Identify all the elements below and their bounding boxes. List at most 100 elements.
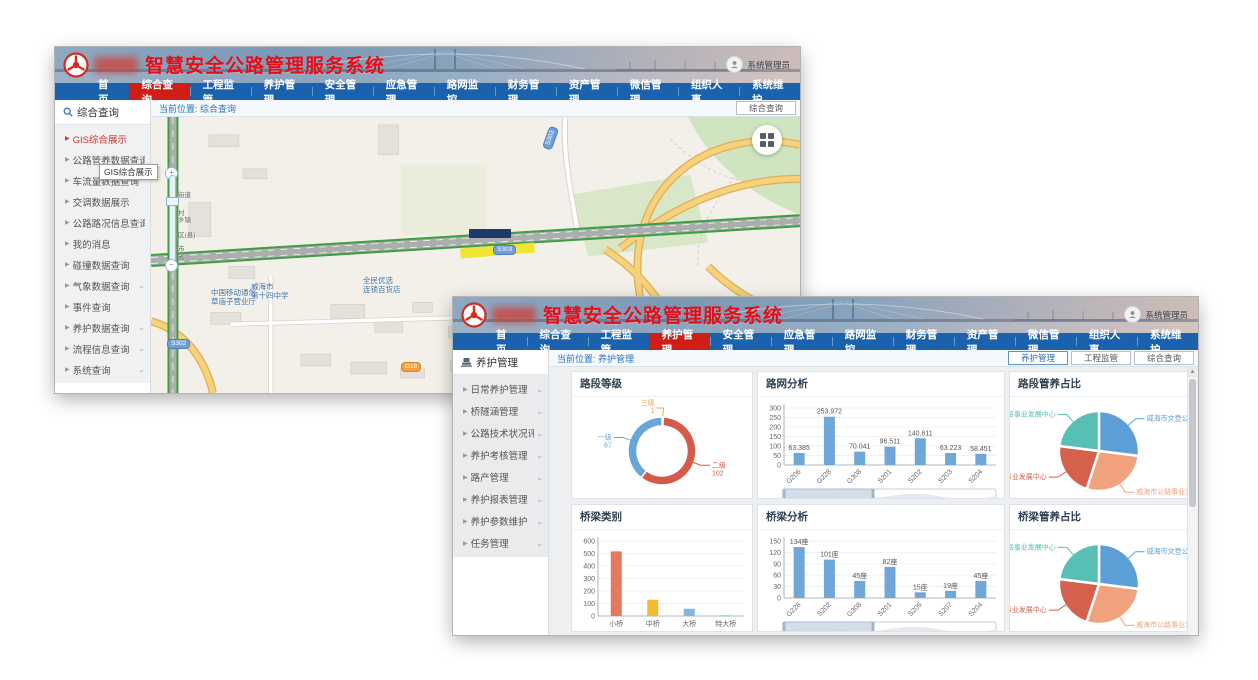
svg-text:45座: 45座	[973, 571, 988, 580]
sidebar-item[interactable]: ▶交调数据展示	[55, 191, 150, 212]
nav-item[interactable]: 微信管理	[1015, 333, 1076, 350]
svg-text:威海市公路事业发展: 威海市公路事业发展	[1136, 620, 1188, 629]
svg-text:63.385: 63.385	[788, 445, 810, 452]
svg-text:威海市文登公路事: 威海市文登公路事	[1147, 547, 1188, 556]
svg-text:101座: 101座	[820, 550, 839, 559]
nav-item[interactable]: 路网监控	[832, 333, 893, 350]
vertical-scrollbar[interactable]: ▲	[1187, 367, 1197, 635]
chevron-down-icon: ⌄	[138, 281, 145, 290]
svg-text:中桥: 中桥	[646, 619, 660, 628]
sidebar-item[interactable]: ▶养护报表管理⌄	[453, 488, 548, 510]
zoom-out-button[interactable]: −	[165, 259, 178, 272]
datazoom-slider[interactable]	[783, 489, 997, 498]
user-avatar-icon[interactable]	[1124, 306, 1141, 323]
nav-item[interactable]: 应急管理	[373, 83, 434, 100]
svg-text:特大桥: 特大桥	[715, 619, 736, 628]
nav-item[interactable]: 资产管理	[954, 333, 1015, 350]
sidebar-item[interactable]: ▶GIS综合展示	[55, 128, 150, 149]
app-title: 智慧安全公路管理服务系统	[543, 301, 783, 328]
sidebar-item-label: 我的消息	[73, 237, 145, 251]
sidebar-item[interactable]: ▶任务管理⌄	[453, 532, 548, 554]
svg-text:G228: G228	[816, 468, 833, 485]
nav-item[interactable]: 组织人事	[1076, 333, 1137, 350]
nav-item[interactable]: 系统维护	[739, 83, 800, 100]
breadcrumb: 当前位置: 综合查询	[159, 102, 236, 115]
nav-item[interactable]: 应急管理	[771, 333, 832, 350]
nav-item[interactable]: 综合查询	[527, 333, 588, 350]
svg-text:S205: S205	[907, 601, 924, 618]
expand-arrow-icon: ▶	[65, 240, 70, 247]
sidebar-item[interactable]: ▶公路技术状况评定⌄	[453, 422, 548, 444]
sidebar-item[interactable]: ▶流程信息查询⌄	[55, 338, 150, 359]
svg-text:0: 0	[591, 614, 595, 621]
sidebar-item[interactable]: ▶系统查询⌄	[55, 359, 150, 380]
zoom-slider-track[interactable]	[169, 175, 176, 263]
corner-button[interactable]: 养护管理	[1008, 351, 1068, 366]
sidebar-item[interactable]: ▶事件查询	[55, 296, 150, 317]
nav-item[interactable]: 综合查询	[129, 83, 190, 100]
svg-text:120: 120	[769, 550, 781, 557]
expand-arrow-icon: ▶	[463, 518, 468, 525]
chevron-down-icon: ⌄	[536, 385, 543, 394]
sidebar-item-label: 公路技术状况评定	[471, 426, 535, 440]
corner-button[interactable]: 综合查询	[1134, 351, 1194, 366]
svg-text:威海市公路事业发: 威海市公路事业发	[1136, 487, 1188, 496]
corner-button[interactable]: 工程监管	[1071, 351, 1131, 366]
sidebar-item[interactable]: ▶路产管理⌄	[453, 466, 548, 488]
expand-arrow-icon: ▶	[463, 430, 468, 437]
sidebar-item[interactable]: ▶养护考核管理⌄	[453, 444, 548, 466]
nav-item[interactable]: 首页	[85, 83, 129, 100]
road-badge: G18	[401, 362, 421, 372]
nav-item[interactable]: 工程监管	[588, 333, 649, 350]
bar-chart-4: 0306090120150134座G228101座S20245座G30882座S…	[758, 530, 1004, 631]
main-nav: 首页综合查询工程监管养护管理安全管理应急管理路网监控财务管理资产管理微信管理组织…	[453, 333, 1198, 350]
nav-item[interactable]: 工程监管	[190, 83, 251, 100]
nav-item[interactable]: 首页	[483, 333, 527, 350]
nav-item[interactable]: 组织人事	[678, 83, 739, 100]
svg-text:G206: G206	[785, 468, 802, 485]
map-layers-button[interactable]	[752, 125, 782, 155]
app-logo-icon	[461, 302, 487, 328]
nav-item[interactable]: 养护管理	[251, 83, 312, 100]
expand-arrow-icon: ▶	[65, 261, 70, 268]
screen: 智慧安全公路管理服务系统 系统管理员 首页综合查询工程监管养护管理安全管理应急管…	[0, 0, 1258, 680]
svg-text:200: 200	[769, 425, 781, 432]
nav-item[interactable]: 财务管理	[495, 83, 556, 100]
nav-item[interactable]: 微信管理	[617, 83, 678, 100]
map-zoom-control[interactable]: + − 街道村乡镇区(县)市省	[165, 167, 205, 271]
nav-item[interactable]: 安全管理	[312, 83, 373, 100]
dashboard: 路段等级三级1二级102一级67路网分析05010015020025030063…	[549, 367, 1198, 635]
svg-text:500: 500	[583, 551, 595, 558]
svg-text:三级1: 三级1	[641, 398, 655, 415]
nav-item[interactable]: 系统维护	[1137, 333, 1198, 350]
nav-item[interactable]: 养护管理	[649, 333, 710, 350]
sidebar-item[interactable]: ▶公路路况信息查询	[55, 212, 150, 233]
sidebar-item[interactable]: ▶日常养护管理⌄	[453, 378, 548, 400]
nav-item[interactable]: 财务管理	[893, 333, 954, 350]
chevron-down-icon: ⌄	[536, 473, 543, 482]
sidebar-item[interactable]: ▶桥隧涵管理⌄	[453, 400, 548, 422]
scroll-up-arrow[interactable]: ▲	[1188, 367, 1197, 377]
svg-text:134座: 134座	[790, 537, 809, 546]
nav-item[interactable]: 资产管理	[556, 83, 617, 100]
corner-button[interactable]: 综合查询	[736, 101, 796, 116]
nav-item[interactable]: 路网监控	[434, 83, 495, 100]
expand-arrow-icon: ▶	[463, 540, 468, 547]
sidebar-item[interactable]: ▶气象数据查询⌄	[55, 275, 150, 296]
map-poi-label: 威海市第十四中学	[251, 283, 289, 300]
sidebar-menu: ▶日常养护管理⌄▶桥隧涵管理⌄▶公路技术状况评定⌄▶养护考核管理⌄▶路产管理⌄▶…	[453, 375, 548, 557]
sidebar-item[interactable]: ▶养护参数维护⌄	[453, 510, 548, 532]
sidebar-item[interactable]: ▶养护数据查询⌄	[55, 317, 150, 338]
sidebar-item[interactable]: ▶我的消息	[55, 233, 150, 254]
user-avatar-icon[interactable]	[726, 56, 743, 73]
nav-item[interactable]: 安全管理	[710, 333, 771, 350]
datazoom-slider[interactable]	[783, 622, 997, 631]
sidebar-item[interactable]: ▶碰撞数据查询	[55, 254, 150, 275]
svg-text:250: 250	[769, 415, 781, 422]
panel-title: 桥梁分析	[758, 505, 1004, 530]
scrollbar-thumb[interactable]	[1189, 379, 1196, 507]
chevron-down-icon: ⌄	[138, 344, 145, 353]
svg-text:G308: G308	[846, 468, 863, 485]
expand-arrow-icon: ▶	[65, 177, 70, 184]
chevron-down-icon: ⌄	[536, 539, 543, 548]
